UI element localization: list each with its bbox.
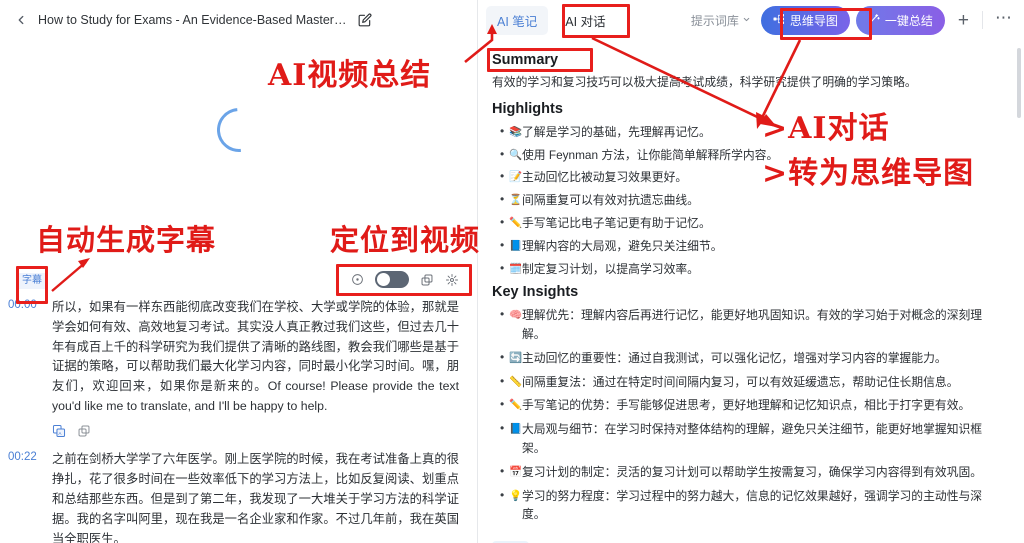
pencil2-icon: ✏️: [509, 399, 523, 412]
edit-pencil-icon[interactable]: [358, 13, 372, 27]
one-click-summary-button[interactable]: 一键总结: [855, 5, 945, 35]
transcript-list[interactable]: 00:00 所以，如果有一样东西能彻底改变我们在学校、大学或学院的体验，那就是学…: [0, 298, 477, 543]
list-item: 📅复习计划的制定：灵活的复习计划可以帮助学生按需复习，确保学习内容得到有效巩固。: [492, 462, 1002, 481]
summary-heading: Summary: [492, 52, 559, 68]
list-item: ✏️手写笔记的优势：手写能够促进思考，更好地理解和记忆知识点，相比于打字更有效。: [492, 395, 1002, 414]
list-item: 🗓️制定复习计划，以提高学习效率。: [492, 259, 1002, 278]
transcript-item: 00:22 之前在剑桥大学学了六年医学。刚上医学院的时候，我在考试准备上真的很挣…: [8, 450, 459, 543]
list-item: 📏间隔重复法：通过在特定时间间隔内复习，可以有效延缓遗忘，帮助记住长期信息。: [492, 372, 1002, 391]
insights-list: 🧠理解优先：理解内容后再进行记忆，能更好地巩固知识。有效的学习始于对概念的深刻理…: [492, 305, 1002, 524]
insights-heading: Key Insights: [492, 284, 579, 301]
book-blue-icon: 📘: [509, 240, 523, 253]
magic-wand-icon: [868, 13, 880, 28]
translate-icon[interactable]: A: [52, 424, 66, 438]
transcript-text: 之前在剑桥大学学了六年医学。刚上医学院的时候，我在考试准备上真的很挣扎，花了很多…: [52, 452, 459, 543]
sparkle-icon[interactable]: [445, 273, 459, 287]
video-panel-header: How to Study for Exams - An Evidence-Bas…: [0, 0, 477, 40]
list-item-text: 使用 Feynman 方法，让你能简单解释所学内容。: [522, 147, 779, 162]
video-panel: How to Study for Exams - An Evidence-Bas…: [0, 0, 478, 543]
list-item: ⏳间隔重复可以有效对抗遗忘曲线。: [492, 190, 1002, 209]
magnifier-icon: 🔍: [509, 148, 523, 161]
list-item: 📚了解是学习的基础，先理解再记忆。: [492, 122, 1002, 141]
ai-panel: AI 笔记 AI 对话 提示词库 思维导图 一键总结 + ⋯ Summary 有…: [478, 0, 1024, 543]
list-item: 🔍使用 Feynman 方法，让你能简单解释所学内容。: [492, 145, 1002, 164]
list-item-text: 制定复习计划，以提高学习效率。: [522, 262, 699, 277]
brain-icon: 🧠: [509, 309, 523, 322]
ai-panel-header: AI 笔记 AI 对话 提示词库 思维导图 一键总结 + ⋯: [478, 0, 1024, 40]
prompt-library-label: 提示词库: [690, 13, 739, 28]
crosshair-icon[interactable]: [351, 273, 364, 286]
list-item-text: 主动回忆比被动复习效果更好。: [522, 170, 688, 185]
list-item-text: 复习计划的制定：灵活的复习计划可以帮助学生按需复习，确保学习内容得到有效巩固。: [522, 464, 983, 479]
list-item-text: 大局观与细节：在学习时保持对整体结构的理解，避免只关注细节，能更好地掌握知识框架…: [522, 422, 983, 455]
back-icon[interactable]: [14, 13, 28, 27]
ai-notes-content[interactable]: Summary 有效的学习和复习技巧可以极大提高考试成绩，科学研究提供了明确的学…: [478, 40, 1024, 543]
transcript-timestamp[interactable]: 00:22: [8, 450, 48, 543]
mindmap-icon: [773, 13, 785, 28]
ellipsis-icon[interactable]: ⋯: [989, 9, 1018, 32]
highlights-list: 📚了解是学习的基础，先理解再记忆。 🔍使用 Feynman 方法，让你能简单解释…: [492, 122, 1002, 279]
transcript-body: 所以，如果有一样东西能彻底改变我们在学校、大学或学院的体验，那就是学会如何有效、…: [48, 298, 459, 446]
transcript-toolbar: 字幕: [0, 265, 477, 298]
loading-spinner-icon: [207, 99, 270, 161]
video-title: How to Study for Exams - An Evidence-Bas…: [38, 13, 348, 27]
list-item-text: 手写笔记的优势：手写能够促进思考，更好地理解和记忆知识点，相比于打字更有效。: [522, 398, 971, 413]
list-item-text: 间隔重复可以有效对抗遗忘曲线。: [522, 193, 699, 208]
list-item: ✏️手写笔记比电子笔记更有助于记忆。: [492, 213, 1002, 232]
books-icon: 📚: [509, 125, 523, 138]
bluebook-icon: 📘: [509, 423, 523, 436]
transcript-text: 所以，如果有一样东西能彻底改变我们在学校、大学或学院的体验，那就是学会如何有效、…: [52, 299, 459, 414]
list-item-text: 理解内容的大局观，避免只关注细节。: [522, 239, 723, 254]
list-item-text: 学习的努力程度：学习过程中的努力越大，信息的记忆效果越好，强调学习的主动性与深度…: [522, 488, 983, 521]
list-item: 💡学习的努力程度：学习过程中的努力越大，信息的记忆效果越好，强调学习的主动性与深…: [492, 486, 1002, 524]
hourglass-icon: ⏳: [509, 194, 523, 207]
memo-icon: 📝: [509, 171, 523, 184]
transcript-toolbar-actions: [351, 271, 459, 288]
list-item-text: 了解是学习的基础，先理解再记忆。: [522, 124, 711, 139]
calendar2-icon: 📅: [509, 465, 523, 478]
list-item-text: 手写笔记比电子笔记更有助于记忆。: [522, 216, 711, 231]
mindmap-button[interactable]: 思维导图: [760, 5, 850, 35]
list-item-text: 主动回忆的重要性：通过自我测试，可以强化记忆，增强对学习内容的掌握能力。: [522, 350, 947, 365]
prompt-library-dropdown[interactable]: 提示词库: [691, 12, 751, 29]
transcript-item: 00:00 所以，如果有一样东西能彻底改变我们在学校、大学或学院的体验，那就是学…: [8, 298, 459, 446]
mindmap-label: 思维导图: [789, 13, 838, 28]
list-item: 🧠理解优先：理解内容后再进行记忆，能更好地巩固知识。有效的学习始于对概念的深刻理…: [492, 305, 1002, 343]
refresh-icon: 🔄: [509, 351, 523, 364]
ai-panel-scrollbar[interactable]: [1017, 48, 1021, 118]
list-item: 📘大局观与细节：在学习时保持对整体结构的理解，避免只关注细节，能更好地掌握知识框…: [492, 419, 1002, 457]
summary-paragraph: 有效的学习和复习技巧可以极大提高考试成绩，科学研究提供了明确的学习策略。: [492, 75, 917, 89]
tab-ai-chat[interactable]: AI 对话: [554, 6, 616, 35]
calendar-icon: 🗓️: [509, 263, 523, 276]
app-root: How to Study for Exams - An Evidence-Bas…: [0, 0, 1024, 543]
transcript-actions: A: [52, 424, 459, 438]
transcript-body: 之前在剑桥大学学了六年医学。刚上医学院的时候，我在考试准备上真的很挣扎，花了很多…: [48, 450, 459, 543]
header-divider: [982, 11, 983, 29]
copy-icon[interactable]: [420, 273, 434, 287]
chevron-down-icon: [742, 13, 751, 27]
plus-icon[interactable]: +: [951, 11, 976, 30]
subtitle-chip[interactable]: 字幕: [16, 273, 48, 290]
transcript-timestamp[interactable]: 00:00: [8, 298, 48, 446]
bulb-icon: 💡: [509, 489, 523, 502]
tab-ai-notes[interactable]: AI 笔记: [486, 5, 549, 35]
ruler-icon: 📏: [509, 375, 523, 388]
list-item: 📘理解内容的大局观，避免只关注细节。: [492, 236, 1002, 255]
video-player-area[interactable]: [0, 40, 477, 265]
list-item-text: 理解优先：理解内容后再进行记忆，能更好地巩固知识。有效的学习始于对概念的深刻理解…: [522, 308, 983, 341]
autoscroll-toggle[interactable]: [375, 271, 409, 288]
highlights-heading: Highlights: [492, 100, 563, 117]
list-item: 📝主动回忆比被动复习效果更好。: [492, 167, 1002, 186]
one-click-summary-label: 一键总结: [884, 13, 933, 28]
copy-icon[interactable]: [77, 424, 91, 438]
list-item-text: 间隔重复法：通过在特定时间间隔内复习，可以有效延缓遗忘，帮助记住长期信息。: [522, 374, 959, 389]
list-item: 🔄主动回忆的重要性：通过自我测试，可以强化记忆，增强对学习内容的掌握能力。: [492, 348, 1002, 367]
pencil-icon: ✏️: [509, 217, 523, 230]
